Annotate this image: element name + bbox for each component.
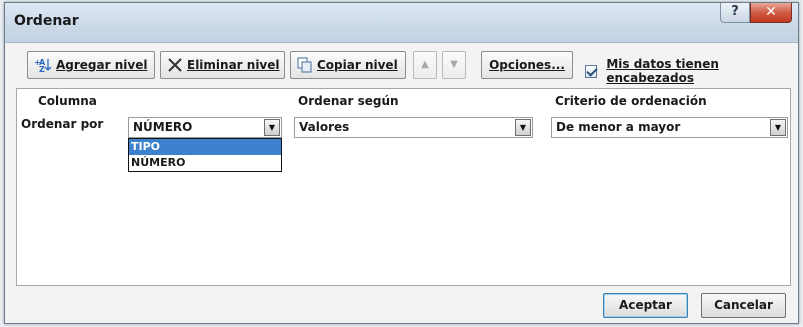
chevron-down-icon[interactable]: ▼ [515, 119, 531, 136]
column-select[interactable]: NÚMERO ▼ [128, 117, 282, 138]
move-down-button[interactable]: ▼ [442, 51, 466, 79]
copy-level-label: Copiar nivel [317, 58, 398, 72]
delete-level-button[interactable]: Eliminar nivel [160, 51, 285, 79]
column-dropdown-list: TIPO NÚMERO [128, 138, 282, 172]
arrow-up-icon: ▲ [421, 59, 429, 70]
order-select[interactable]: De menor a mayor ▼ [551, 117, 788, 138]
sort-on-select[interactable]: Valores ▼ [294, 117, 533, 138]
sort-by-label: Ordenar por [21, 117, 104, 131]
delete-level-label: Eliminar nivel [187, 58, 280, 72]
copy-level-button[interactable]: Copiar nivel [290, 51, 406, 79]
move-up-button[interactable]: ▲ [413, 51, 437, 79]
order-select-value: De menor a mayor [556, 120, 681, 134]
column-header: Columna [38, 94, 97, 108]
dropdown-option-tipo[interactable]: TIPO [129, 139, 281, 155]
chevron-down-icon[interactable]: ▼ [264, 119, 280, 136]
toolbar: + A Z Agregar nivel Eliminar nivel Copiar … [5, 51, 798, 85]
svg-text:Z: Z [39, 65, 45, 73]
column-select-value: NÚMERO [133, 120, 193, 134]
cancel-button[interactable]: Cancelar [701, 293, 786, 318]
options-button[interactable]: Opciones... [481, 51, 573, 79]
sort-dialog: Ordenar ? ✕ + A Z Agregar nivel Eliminar n… [4, 2, 799, 324]
ok-button[interactable]: Aceptar [603, 293, 688, 318]
copy-icon [297, 57, 313, 73]
options-label: Opciones... [489, 58, 565, 72]
sort-on-select-value: Valores [299, 120, 350, 134]
sort-on-header: Ordenar según [298, 94, 399, 108]
add-level-label: Agregar nivel [56, 58, 148, 72]
sort-levels-panel: Columna Ordenar según Criterio de ordena… [16, 88, 791, 286]
delete-icon [167, 57, 183, 73]
arrow-down-icon: ▼ [450, 59, 458, 70]
title-bar[interactable]: Ordenar ? ✕ [5, 3, 798, 43]
chevron-down-icon[interactable]: ▼ [770, 119, 786, 136]
help-icon: ? [731, 4, 739, 19]
dropdown-option-numero[interactable]: NÚMERO [129, 155, 281, 171]
close-button[interactable]: ✕ [750, 3, 792, 23]
headers-checkbox-label[interactable]: Mis datos tienen encabezados [606, 57, 798, 85]
close-icon: ✕ [765, 4, 777, 20]
order-header: Criterio de ordenación [555, 94, 707, 108]
headers-checkbox[interactable] [585, 64, 598, 78]
dialog-title: Ordenar [14, 13, 79, 29]
help-button[interactable]: ? [720, 3, 750, 23]
headers-checkbox-row[interactable]: Mis datos tienen encabezados [585, 57, 798, 85]
add-level-icon: + A Z [34, 57, 52, 73]
add-level-button[interactable]: + A Z Agregar nivel [27, 51, 155, 79]
